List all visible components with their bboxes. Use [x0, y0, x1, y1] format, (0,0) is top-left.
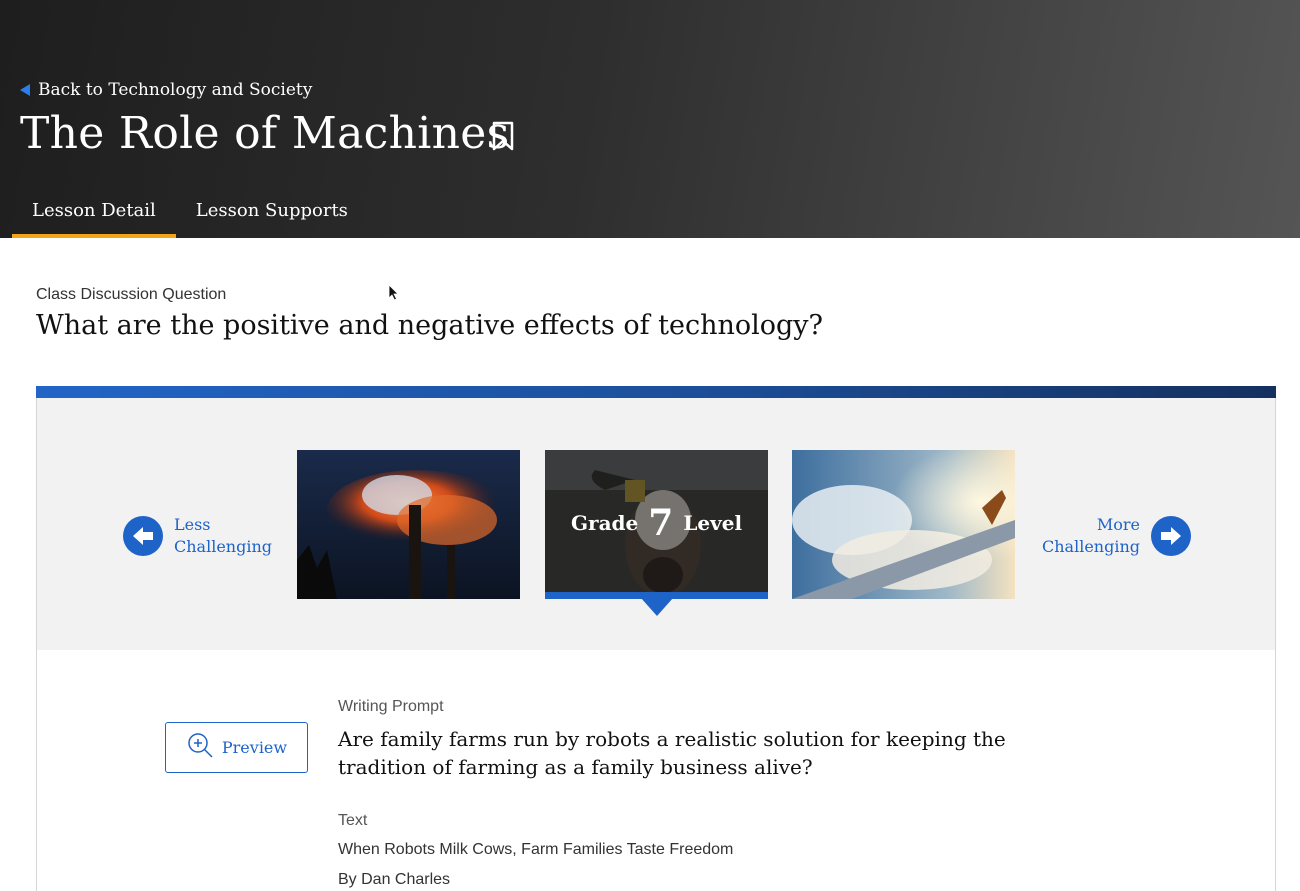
- preview-label: Preview: [221, 738, 288, 757]
- smokestack-pollution-image[interactable]: [297, 450, 520, 599]
- zoom-in-icon: [186, 731, 214, 764]
- back-arrow-icon: [20, 84, 30, 96]
- cow-image[interactable]: Grade 7 Level: [545, 450, 768, 599]
- text-author: By Dan Charles: [338, 871, 451, 888]
- writing-prompt-label: Writing Prompt: [338, 698, 444, 715]
- back-link-label: Back to Technology and Society: [38, 80, 313, 100]
- more-challenging-label: More Challenging: [1042, 515, 1140, 556]
- less-challenging-label: Less Challenging: [174, 515, 272, 556]
- lesson-card: Less Challenging Grade 7 Level More Chal…: [36, 386, 1276, 891]
- text-title: When Robots Milk Cows, Farm Families Tas…: [338, 841, 734, 858]
- preview-button[interactable]: Preview: [165, 722, 308, 773]
- selected-pointer: [641, 598, 673, 616]
- card-accent-bar: [36, 386, 1276, 398]
- more-challenging-button[interactable]: More Challenging: [1042, 514, 1191, 558]
- lesson-header: Back to Technology and Society The Role …: [0, 0, 1300, 238]
- level-selector: Less Challenging Grade 7 Level More Chal…: [37, 398, 1275, 650]
- text-label: Text: [338, 812, 368, 829]
- bookmark-icon[interactable]: [490, 120, 518, 154]
- lesson-tabs: Lesson Detail Lesson Supports: [12, 192, 368, 238]
- discussion-question-text: What are the positive and negative effec…: [36, 310, 824, 341]
- writing-prompt-text: Are family farms run by robots a realist…: [338, 727, 1006, 779]
- tab-lesson-detail[interactable]: Lesson Detail: [12, 192, 176, 238]
- discussion-question-label: Class Discussion Question: [36, 286, 227, 303]
- back-link[interactable]: Back to Technology and Society: [20, 79, 312, 101]
- mouse-cursor-icon: [388, 284, 400, 307]
- arrow-left-icon: [123, 516, 163, 556]
- tab-lesson-supports[interactable]: Lesson Supports: [176, 192, 368, 238]
- airplane-wing-image[interactable]: [792, 450, 1015, 599]
- arrow-right-icon: [1151, 516, 1191, 556]
- grade-level-label: Grade 7 Level: [570, 502, 743, 544]
- page-title: The Role of Machines: [20, 108, 510, 159]
- less-challenging-button[interactable]: Less Challenging: [123, 514, 272, 558]
